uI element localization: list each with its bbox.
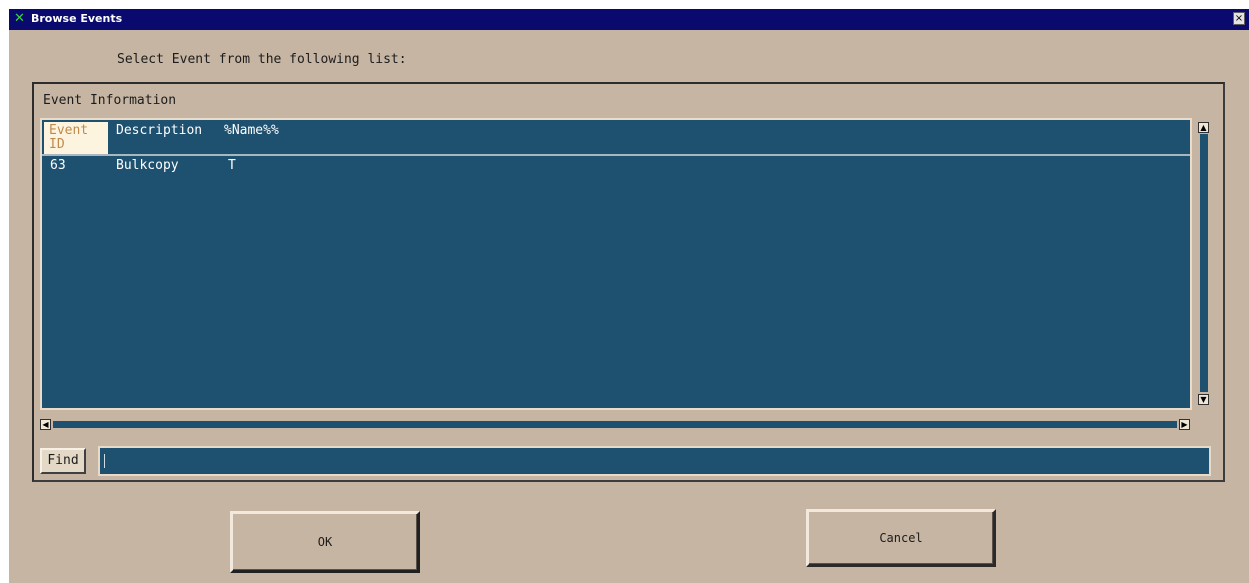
text-cursor [104, 454, 105, 468]
scroll-down-arrow-icon[interactable]: ▼ [1198, 394, 1209, 405]
window-title: Browse Events [31, 12, 123, 25]
header-divider [42, 154, 1190, 156]
scroll-right-arrow-icon[interactable]: ▶ [1179, 419, 1190, 430]
browse-events-dialog: ✕ Browse Events × Select Event from the … [9, 9, 1249, 583]
scroll-up-arrow-icon[interactable]: ▲ [1198, 122, 1209, 133]
column-header-event-id[interactable]: Event ID [44, 122, 108, 154]
cancel-button[interactable]: Cancel [806, 509, 996, 567]
event-list[interactable]: Event ID Description %Name%% 63 Bulkcopy… [40, 118, 1192, 410]
find-button[interactable]: Find [40, 448, 86, 474]
horizontal-scrollbar[interactable]: ◀ ▶ [40, 416, 1192, 432]
vertical-scroll-track[interactable] [1200, 134, 1208, 392]
instruction-label: Select Event from the following list: [117, 52, 407, 67]
cell-description: Bulkcopy [116, 158, 179, 173]
cell-name: T [228, 158, 236, 173]
vertical-scrollbar[interactable]: ▲ ▼ [1196, 120, 1212, 408]
find-input[interactable] [98, 446, 1211, 476]
title-bar[interactable]: ✕ Browse Events × [9, 9, 1249, 30]
x-logo-icon: ✕ [14, 11, 25, 26]
column-header-description[interactable]: Description [116, 124, 202, 138]
event-information-group: Event Information Event ID Description %… [32, 82, 1225, 482]
horizontal-scroll-track[interactable] [53, 421, 1177, 428]
ok-button[interactable]: OK [230, 511, 420, 573]
column-header-name[interactable]: %Name%% [224, 124, 279, 138]
scroll-left-arrow-icon[interactable]: ◀ [40, 419, 51, 430]
cell-event-id: 63 [50, 158, 66, 173]
close-icon[interactable]: × [1233, 12, 1245, 25]
group-label: Event Information [43, 93, 177, 108]
